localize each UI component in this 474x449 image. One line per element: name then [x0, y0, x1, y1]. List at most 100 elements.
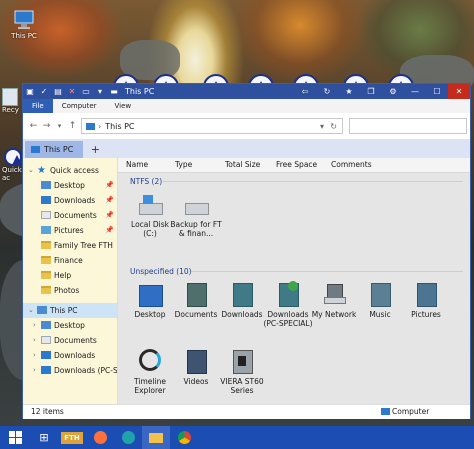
sidebar-item-this-pc[interactable]: ⌄ This PC	[23, 303, 117, 318]
back-icon[interactable]: ⇦	[294, 84, 316, 99]
folder-pictures[interactable]: Pictures	[400, 281, 452, 319]
sidebar-item-pc-downloads[interactable]: › Downloads	[23, 348, 117, 363]
ribbon-tab-computer[interactable]: Computer	[53, 99, 106, 113]
sidebar-item-family-tree[interactable]: Family Tree FTH	[23, 238, 117, 253]
chevron-down-icon[interactable]: ⌄	[28, 163, 34, 178]
folder-desktop[interactable]: Desktop	[124, 281, 176, 319]
chevron-right-icon[interactable]: ›	[33, 348, 36, 363]
refresh-icon[interactable]: ↻	[330, 122, 337, 131]
sidebar-item-finance[interactable]: Finance	[23, 253, 117, 268]
up-arrow-icon[interactable]: ↑	[66, 121, 79, 131]
folder-videos[interactable]: Videos	[170, 348, 222, 386]
copy-icon[interactable]: ❐	[360, 84, 382, 99]
new-tab-button[interactable]: +	[87, 141, 103, 158]
column-header-total-size[interactable]: Total Size	[225, 160, 260, 169]
folder-my-network[interactable]: My Network	[308, 281, 360, 319]
item-label: Downloads	[221, 310, 263, 319]
sidebar-item-quick-access[interactable]: ⌄ ★ Quick access	[23, 163, 117, 178]
desktop-folder-icon	[41, 181, 51, 189]
quick-access-toolbar-dropdown-icon[interactable]: ▾	[95, 87, 105, 97]
recent-locations-icon[interactable]: ▾	[53, 122, 66, 130]
sidebar-item-pictures[interactable]: Pictures 📌	[23, 223, 117, 238]
column-header-comments[interactable]: Comments	[331, 160, 372, 169]
edge-icon[interactable]	[114, 426, 142, 449]
folder-icon	[41, 256, 51, 264]
pin-icon: 📌	[105, 196, 114, 204]
drive-local-disk[interactable]: Local Disk (C:)	[124, 191, 176, 238]
sidebar-item-documents[interactable]: Documents 📌	[23, 208, 117, 223]
sidebar-item-desktop[interactable]: Desktop 📌	[23, 178, 117, 193]
folder-documents[interactable]: Documents	[170, 281, 222, 319]
column-header-name[interactable]: Name	[126, 160, 148, 169]
desktop-icon-this-pc[interactable]: This PC	[6, 8, 42, 40]
rename-icon[interactable]: ▭	[81, 87, 91, 97]
maximize-button[interactable]: ☐	[426, 84, 448, 99]
minimize-button[interactable]: —	[404, 84, 426, 99]
new-folder-icon[interactable]: ▤	[53, 87, 63, 97]
chrome-icon[interactable]	[170, 426, 198, 449]
folder-icon	[41, 271, 51, 279]
folder-downloads-pc-special[interactable]: Downloads (PC-SPECIAL)	[262, 281, 314, 328]
sidebar-item-pc-downloads-special[interactable]: › Downloads (PC-S	[23, 363, 117, 378]
pin-icon: 📌	[105, 181, 114, 189]
chevron-down-icon[interactable]: ⌄	[28, 303, 34, 318]
folder-music[interactable]: Music	[354, 281, 406, 319]
chevron-right-icon[interactable]: ›	[33, 333, 36, 348]
back-arrow-icon[interactable]: ←	[27, 121, 40, 131]
sidebar-item-pc-documents[interactable]: › Documents	[23, 333, 117, 348]
chevron-right-icon[interactable]: ›	[33, 318, 36, 333]
sidebar-item-label: Help	[54, 271, 72, 280]
column-header-type[interactable]: Type	[175, 160, 192, 169]
group-header-ntfs[interactable]: NTFS (2)	[130, 177, 162, 186]
file-explorer-icon[interactable]	[142, 426, 170, 449]
fth-app-button[interactable]: FTH	[58, 426, 86, 449]
delete-icon[interactable]: ✕	[67, 87, 77, 97]
breadcrumb[interactable]: This PC	[105, 122, 134, 131]
device-viera[interactable]: VIERA ST60 Series	[216, 348, 268, 395]
folder-timeline-explorer[interactable]: Timeline Explorer	[124, 348, 176, 395]
address-bar[interactable]: › This PC ▾ ↻	[81, 118, 343, 134]
ribbon-tab-file[interactable]: File	[23, 99, 53, 113]
column-header-row: Name Type Total Size Free Space Comments	[118, 158, 470, 173]
this-pc-icon: ▬	[110, 86, 118, 96]
windows-logo-icon	[8, 431, 22, 444]
ribbon-tab-view[interactable]: View	[106, 99, 141, 113]
hard-drive-icon	[182, 191, 210, 217]
recycle-bin-icon	[2, 88, 18, 106]
downloads-folder-icon	[228, 281, 256, 307]
drive-backup[interactable]: Backup for FT & finan...	[170, 191, 222, 238]
properties-icon[interactable]: ✓	[39, 87, 49, 97]
item-label: Backup for FT & finan...	[170, 220, 222, 238]
group-header-unspecified[interactable]: Unspecified (10)	[130, 267, 192, 276]
desktop-icon-recycle-bin-partial[interactable]: Recy	[2, 88, 22, 118]
title-bar[interactable]: ▣ ✓ ▤ ✕ ▭ ▾ ▬ This PC ⇦ ↻ ★ ❐ ⚙ — ☐ ✕	[23, 84, 470, 99]
pin-icon: 📌	[105, 226, 114, 234]
column-header-free-space[interactable]: Free Space	[276, 160, 317, 169]
firefox-icon[interactable]	[86, 426, 114, 449]
sidebar-item-photos[interactable]: Photos	[23, 283, 117, 298]
search-input[interactable]	[349, 118, 467, 134]
item-count: 12 items	[31, 407, 64, 416]
folder-icon	[41, 286, 51, 294]
sidebar-item-pc-desktop[interactable]: › Desktop	[23, 318, 117, 333]
item-label: Videos	[183, 377, 209, 386]
address-dropdown-icon[interactable]: ▾	[320, 122, 324, 131]
settings-icon[interactable]: ⚙	[382, 84, 404, 99]
sidebar-item-help[interactable]: Help	[23, 268, 117, 283]
sidebar-item-label: This PC	[50, 306, 78, 315]
chevron-right-icon[interactable]: ›	[33, 363, 36, 378]
pin-icon[interactable]: ★	[338, 84, 360, 99]
sidebar-item-label: Downloads	[54, 196, 96, 205]
forward-arrow-icon[interactable]: →	[40, 121, 53, 131]
breadcrumb-separator-icon[interactable]: ›	[98, 122, 101, 131]
windows-start-icon[interactable]	[0, 426, 30, 449]
item-label: VIERA ST60 Series	[220, 377, 264, 395]
desktop-icon-quick-access-partial[interactable]: Quick ac	[2, 148, 22, 188]
sidebar-item-label: Finance	[54, 256, 83, 265]
sidebar-item-downloads[interactable]: Downloads 📌	[23, 193, 117, 208]
tab-this-pc[interactable]: This PC	[25, 141, 84, 158]
folder-downloads[interactable]: Downloads	[216, 281, 268, 319]
refresh-icon[interactable]: ↻	[316, 84, 338, 99]
task-view-icon[interactable]: ⊞	[30, 426, 58, 449]
close-button[interactable]: ✕	[448, 84, 470, 99]
